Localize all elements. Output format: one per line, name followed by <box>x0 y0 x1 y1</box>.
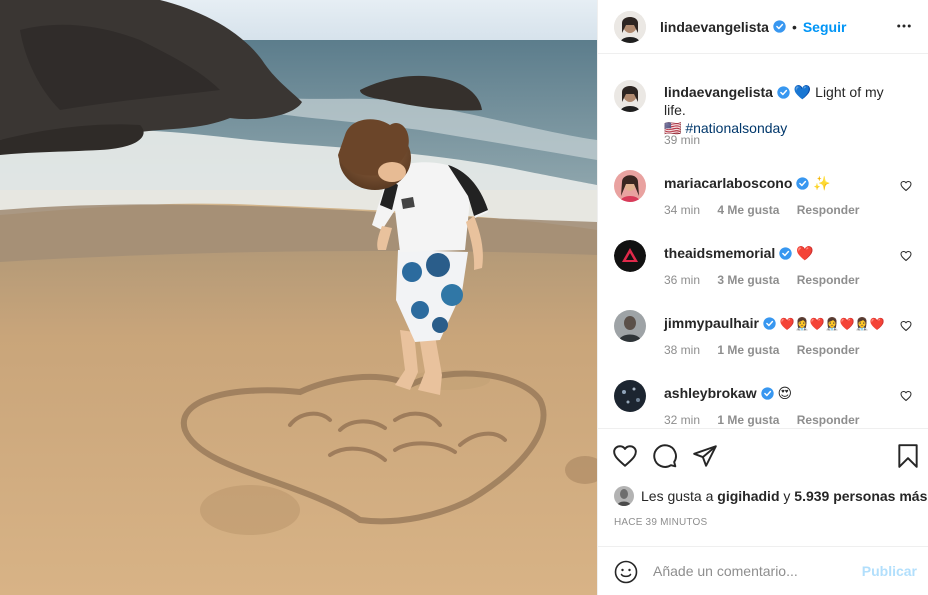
post-side-panel: lindaevangelista • Seguir lindaevangelis… <box>597 0 928 595</box>
comment-username[interactable]: theaidsmemorial <box>664 245 775 261</box>
comment-time[interactable]: 38 min <box>664 343 700 357</box>
comment-meta: 36 min 3 Me gusta Responder <box>664 273 859 287</box>
post-photo[interactable] <box>0 0 597 595</box>
header-separator: • <box>791 18 797 35</box>
author-avatar[interactable] <box>614 10 646 43</box>
post-header: lindaevangelista • Seguir <box>598 0 928 54</box>
like-heart-icon[interactable] <box>612 443 638 469</box>
comments-list[interactable]: lindaevangelista 💙 Light of my life. 🇺🇸 … <box>598 55 928 428</box>
comment-meta: 34 min 4 Me gusta Responder <box>664 203 859 217</box>
comment-likes[interactable]: 1 Me gusta <box>717 343 779 357</box>
comment-text: ❤️👩‍⚕️❤️👩‍⚕️❤️👩‍⚕️❤️ <box>779 317 885 331</box>
caption-username[interactable]: lindaevangelista <box>664 84 773 100</box>
like-comment-heart-icon[interactable] <box>900 180 912 192</box>
comment-row: theaidsmemorial ❤️ 36 min 3 Me gusta Res… <box>614 240 914 300</box>
comment-row: jimmypaulhair ❤️👩‍⚕️❤️👩‍⚕️❤️👩‍⚕️❤️ 38 mi… <box>614 310 914 370</box>
comment-likes[interactable]: 3 Me gusta <box>717 273 779 287</box>
comment-avatar[interactable] <box>614 310 646 342</box>
liker-avatar[interactable] <box>614 486 634 506</box>
caption-time[interactable]: 39 min <box>664 133 700 147</box>
reply-button[interactable]: Responder <box>797 203 860 217</box>
comment-row: mariacarlaboscono ✨ 34 min 4 Me gusta Re… <box>614 170 914 230</box>
comment-text: 😍 <box>777 385 793 401</box>
like-comment-heart-icon[interactable] <box>900 320 912 332</box>
comment-bubble-icon[interactable] <box>652 443 678 469</box>
caption-row: lindaevangelista 💙 Light of my life. 🇺🇸 … <box>614 80 914 150</box>
verified-badge-icon <box>760 387 774 400</box>
reply-button[interactable]: Responder <box>797 343 860 357</box>
likes-summary: Les gusta a gigihadid y 5.939 personas m… <box>614 486 927 506</box>
comment-meta: 38 min 1 Me gusta Responder <box>664 343 859 357</box>
verified-badge-icon <box>796 177 810 190</box>
likes-and: y <box>783 488 791 504</box>
liker-username[interactable]: gigihadid <box>717 488 779 504</box>
comment-username[interactable]: ashleybrokaw <box>664 385 757 401</box>
more-options-icon[interactable] <box>895 17 913 35</box>
verified-badge-icon <box>763 317 776 330</box>
verified-badge-icon <box>773 20 786 33</box>
comment-likes[interactable]: 4 Me gusta <box>717 203 779 217</box>
verified-badge-icon <box>777 86 790 99</box>
comment-avatar[interactable] <box>614 170 646 202</box>
comment-time[interactable]: 36 min <box>664 273 700 287</box>
share-send-icon[interactable] <box>692 443 718 469</box>
reply-button[interactable]: Responder <box>797 273 860 287</box>
author-username[interactable]: lindaevangelista <box>660 19 769 35</box>
reply-button[interactable]: Responder <box>797 413 860 427</box>
likes-prefix: Les gusta a <box>641 488 714 504</box>
instagram-post: lindaevangelista • Seguir lindaevangelis… <box>0 0 928 595</box>
comment-username[interactable]: jimmypaulhair <box>664 315 759 331</box>
post-timestamp[interactable]: HACE 39 MINUTOS <box>614 517 707 528</box>
beach-photo-illustration <box>0 0 597 595</box>
comment-time[interactable]: 34 min <box>664 203 700 217</box>
likes-count[interactable]: 5.939 personas más <box>794 488 927 504</box>
verified-badge-icon <box>779 247 792 260</box>
save-bookmark-icon[interactable] <box>895 443 921 469</box>
add-comment-bar: Publicar <box>598 546 928 595</box>
comment-text: ✨ <box>813 175 831 191</box>
comment-meta: 32 min 1 Me gusta Responder <box>664 413 859 427</box>
comment-input[interactable] <box>653 559 848 583</box>
comment-time[interactable]: 32 min <box>664 413 700 427</box>
follow-button[interactable]: Seguir <box>803 19 847 35</box>
like-comment-heart-icon[interactable] <box>900 250 912 262</box>
comment-username[interactable]: mariacarlaboscono <box>664 175 792 191</box>
publish-button[interactable]: Publicar <box>862 563 917 579</box>
caption-hashtag[interactable]: #nationalsonday <box>685 120 787 136</box>
comment-avatar[interactable] <box>614 240 646 272</box>
like-comment-heart-icon[interactable] <box>900 390 912 402</box>
emoji-smiley-icon[interactable] <box>614 560 638 584</box>
comment-text: ❤️ <box>796 245 814 261</box>
caption-avatar[interactable] <box>614 80 646 112</box>
comment-likes[interactable]: 1 Me gusta <box>717 413 779 427</box>
comment-row: ashleybrokaw 😍 32 min 1 Me gusta Respond… <box>614 380 914 428</box>
caption-heart-emoji: 💙 <box>793 84 812 100</box>
action-bar <box>598 428 928 480</box>
comment-avatar[interactable] <box>614 380 646 412</box>
